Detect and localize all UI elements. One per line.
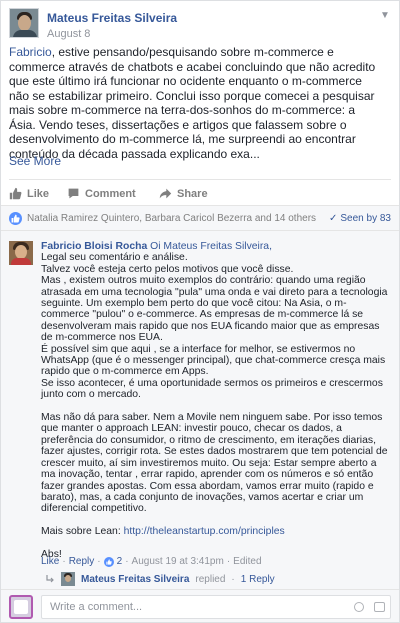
commenter-avatar[interactable] (9, 241, 33, 265)
chevron-down-icon[interactable]: ▼ (379, 10, 391, 21)
post-actions: Like Comment Share (9, 179, 391, 203)
comment-line: Legal seu comentário e análise. (41, 252, 188, 264)
commenter-name[interactable]: Fabricio Bloisi Rocha (41, 241, 147, 252)
like-reaction-icon (9, 212, 22, 225)
like-reaction-icon (103, 556, 114, 567)
comment-like-link[interactable]: Like (41, 556, 59, 567)
comment-line: É possível sim que aqui , se a interface… (41, 343, 386, 378)
share-button[interactable]: Share (159, 187, 208, 200)
lean-prefix: Mais sobre Lean: (41, 526, 124, 538)
comment-line: Talvez você esteja certo pelos motivos q… (41, 263, 294, 275)
post-header: Mateus Freitas Silveira August 8 ▼ (9, 8, 391, 40)
post-text: Fabricio, estive pensando/pesquisando so… (9, 45, 377, 161)
emoji-icon[interactable] (374, 602, 385, 612)
thumbs-up-icon (9, 187, 22, 200)
comment-meta: Like · Reply · 2 · August 19 at 3:41pm ·… (41, 556, 262, 567)
comment-likes-count[interactable]: 2 (117, 556, 123, 567)
post-body: , estive pensando/pesquisando sobre m-co… (9, 45, 376, 161)
comment-line: Se isso acontecer, é uma oportunidade se… (41, 377, 383, 401)
post-author-name[interactable]: Mateus Freitas Silveira (47, 11, 177, 25)
seen-count: Seen by 83 (340, 213, 391, 224)
post-mention[interactable]: Fabricio (9, 45, 52, 59)
reply-arrow-icon (46, 575, 54, 583)
comment-button[interactable]: Comment (67, 187, 136, 200)
comment-icon (68, 188, 79, 199)
comments-section: Fabricio Bloisi Rocha Oi Mateus Freitas … (1, 231, 399, 589)
comment-input-icons (354, 602, 385, 612)
comment-paragraph: Mas não dá para saber. Nem a Movile nem … (41, 412, 388, 515)
likes-summary: Natalia Ramirez Quintero, Barbara Carico… (1, 205, 399, 231)
write-comment-bar (1, 589, 399, 622)
camera-icon[interactable] (354, 602, 364, 612)
replies-summary[interactable]: Mateus Freitas Silveira replied · 1 Repl… (45, 572, 275, 586)
author-avatar[interactable] (9, 8, 39, 38)
share-arrow-icon (159, 188, 172, 199)
comment-mention[interactable]: Oi Mateus Freitas Silveira, (150, 241, 272, 252)
replier-avatar (61, 572, 75, 586)
comment-time[interactable]: August 19 at 3:41pm (132, 556, 224, 567)
post-date[interactable]: August 8 (47, 28, 90, 40)
see-more-link[interactable]: See More (9, 154, 61, 168)
like-label: Like (27, 187, 50, 200)
current-user-avatar (9, 595, 33, 619)
comment-label: Comment (85, 187, 136, 200)
comment-reply-link[interactable]: Reply (69, 556, 95, 567)
like-button[interactable]: Like (9, 187, 49, 200)
seen-by[interactable]: ✓ Seen by 83 (329, 213, 391, 224)
checkmark-icon: ✓ (329, 213, 338, 224)
likers-text[interactable]: Natalia Ramirez Quintero, Barbara Carico… (27, 213, 316, 224)
comment-input[interactable] (41, 595, 391, 619)
share-label: Share (177, 187, 208, 200)
comment-line: Mas , existem outros muito exemplos do c… (41, 275, 388, 344)
reply-count[interactable]: 1 Reply (241, 574, 275, 585)
replier-name[interactable]: Mateus Freitas Silveira (81, 574, 189, 585)
lean-link[interactable]: http://theleanstartup.com/principles (124, 526, 285, 537)
replied-label: replied (195, 573, 226, 585)
comment-body: Fabricio Bloisi Rocha Oi Mateus Freitas … (41, 241, 391, 560)
comment-edited[interactable]: Edited (233, 556, 261, 567)
post-card: Mateus Freitas Silveira August 8 ▼ Fabri… (0, 0, 400, 623)
